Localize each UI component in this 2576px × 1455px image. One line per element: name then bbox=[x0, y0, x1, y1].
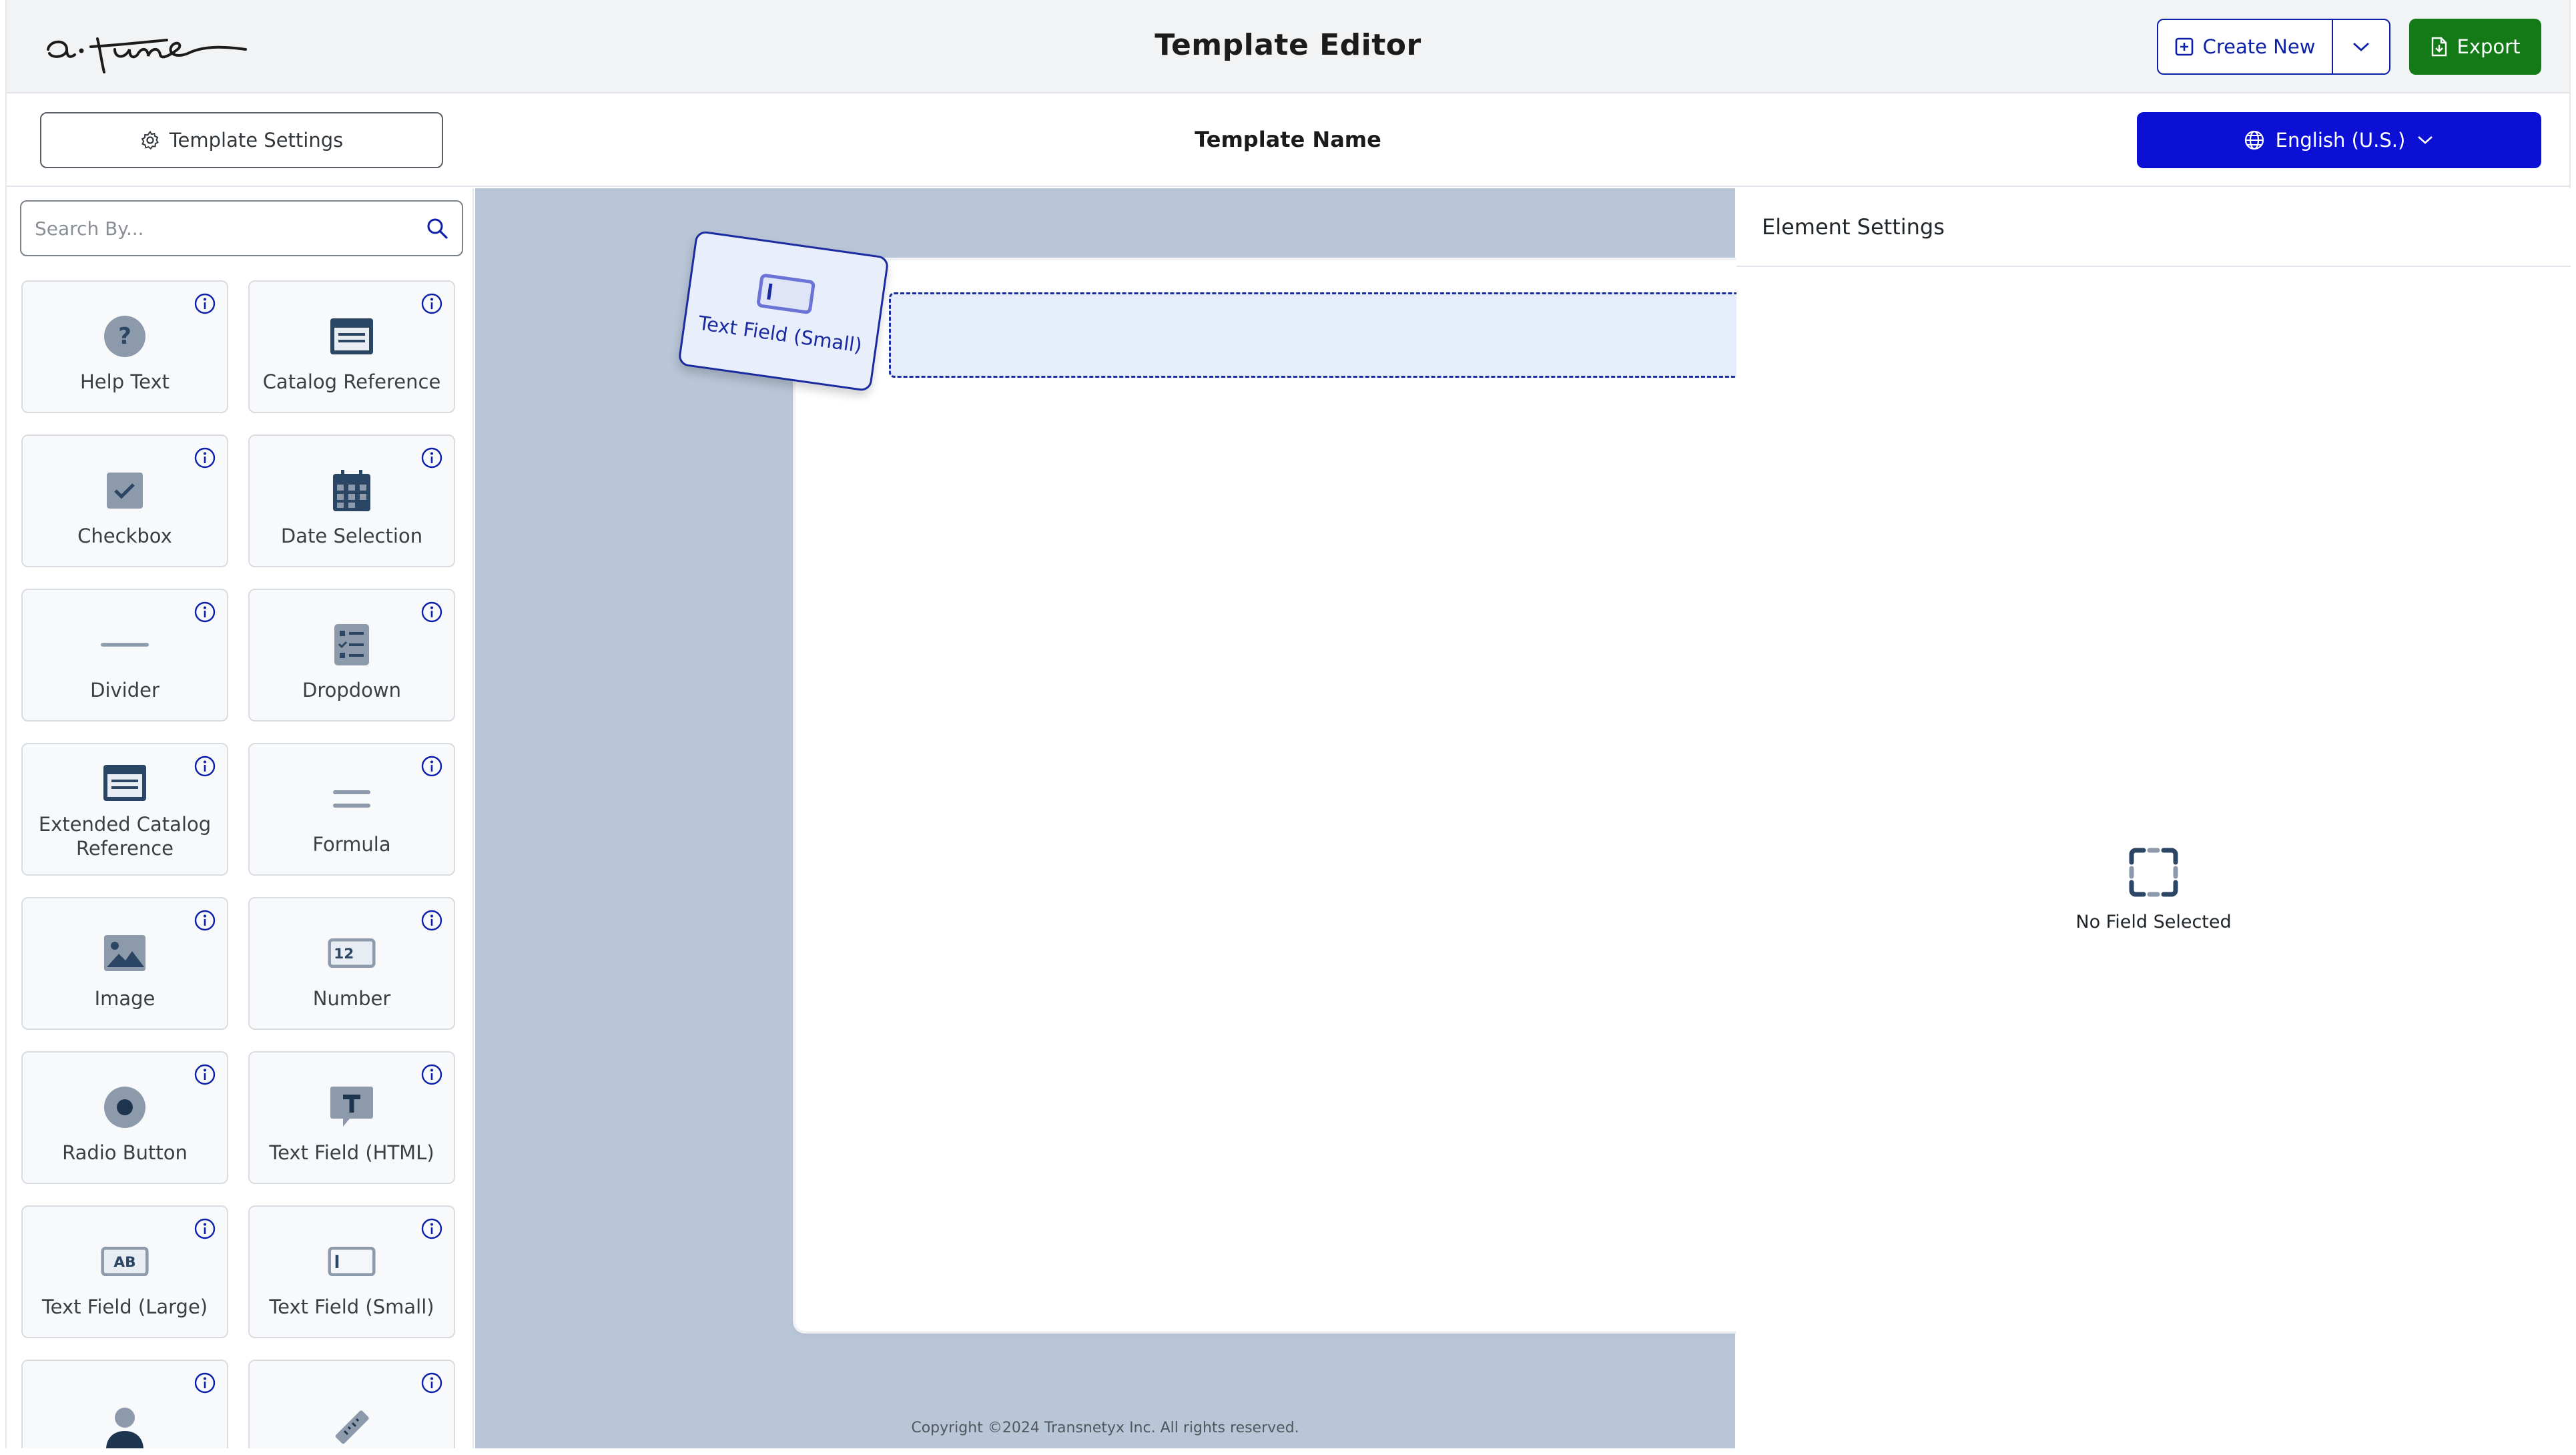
create-new-dropdown-toggle[interactable] bbox=[2333, 20, 2389, 73]
plus-square-icon bbox=[2175, 37, 2193, 56]
dropdown-list-icon bbox=[334, 623, 369, 665]
palette-item-divider[interactable]: Divider bbox=[21, 589, 228, 721]
info-icon[interactable] bbox=[194, 1372, 216, 1394]
template-page[interactable] bbox=[795, 260, 1799, 1331]
info-icon[interactable] bbox=[420, 601, 443, 623]
palette-item-extended-catalog-reference[interactable]: Extended Catalog Reference bbox=[21, 743, 228, 876]
template-toolbar: Template Settings Template Name English … bbox=[7, 93, 2569, 187]
empty-state-text: No Field Selected bbox=[2075, 912, 2232, 932]
template-canvas[interactable]: Text Field (Small) Copyright ©2024 Trans… bbox=[475, 188, 1799, 1448]
small-text-icon bbox=[757, 274, 816, 314]
ruler-icon bbox=[335, 1410, 369, 1444]
palette-item-radio-button[interactable]: Radio Button bbox=[21, 1051, 228, 1184]
palette-item-number[interactable]: 12 Number bbox=[248, 897, 455, 1030]
search-icon[interactable] bbox=[426, 217, 448, 240]
palette-item-label: Text Field (Large) bbox=[41, 1295, 208, 1318]
palette-item-text-field-small[interactable]: Text Field (Small) bbox=[248, 1205, 455, 1338]
palette-item-label: Number bbox=[312, 986, 391, 1010]
info-icon[interactable] bbox=[194, 292, 216, 315]
palette-item-date-selection[interactable]: Date Selection bbox=[248, 434, 455, 567]
globe-icon bbox=[2244, 130, 2264, 150]
svg-text:12: 12 bbox=[334, 946, 354, 962]
palette-item-user[interactable] bbox=[21, 1360, 228, 1448]
palette-item-label: Divider bbox=[90, 678, 159, 701]
language-label: English (U.S.) bbox=[2275, 129, 2406, 152]
help-circle-icon: ? bbox=[104, 315, 145, 357]
palette-item-label: Formula bbox=[312, 832, 391, 856]
create-new-label: Create New bbox=[2202, 35, 2316, 58]
info-icon[interactable] bbox=[420, 909, 443, 932]
export-file-icon bbox=[2431, 37, 2447, 57]
create-new-button-group: Create New bbox=[2157, 19, 2390, 75]
export-label: Export bbox=[2457, 35, 2521, 58]
info-icon[interactable] bbox=[194, 1217, 216, 1240]
palette-item-text-field-html[interactable]: Text Field (HTML) bbox=[248, 1051, 455, 1184]
copyright-text: Copyright ©2024 Transnetyx Inc. All righ… bbox=[911, 1420, 1299, 1436]
palette-item-label: Catalog Reference bbox=[262, 370, 441, 393]
app-window: Template Editor Create New Export Templa… bbox=[5, 0, 2571, 1448]
palette-item-formula[interactable]: Formula bbox=[248, 743, 455, 876]
palette-item-image[interactable]: Image bbox=[21, 897, 228, 1030]
chevron-down-icon bbox=[2353, 42, 2369, 51]
palette-item-help-text[interactable]: ? Help Text bbox=[21, 280, 228, 413]
palette-item-label: Text Field (Small) bbox=[269, 1295, 434, 1318]
palette-item-text-field-large[interactable]: AB Text Field (Large) bbox=[21, 1205, 228, 1338]
divider-line-icon bbox=[101, 642, 149, 647]
palette-item-label: Extended Catalog Reference bbox=[38, 812, 212, 860]
info-icon[interactable] bbox=[194, 447, 216, 469]
palette-item-label: Dropdown bbox=[302, 678, 402, 701]
palette-item-measurement[interactable] bbox=[248, 1360, 455, 1448]
element-settings-panel: Element Settings No Field Selected bbox=[1736, 188, 2571, 1448]
person-icon bbox=[106, 1407, 143, 1448]
info-icon[interactable] bbox=[420, 447, 443, 469]
palette-grid: ? Help Text Catalog Reference Checkbox D… bbox=[21, 280, 455, 1448]
palette-item-label: Help Text bbox=[80, 370, 170, 393]
catalog-card-icon bbox=[103, 764, 146, 801]
dashed-selection-icon bbox=[2129, 848, 2178, 897]
catalog-card-icon bbox=[330, 318, 373, 354]
chevron-down-icon bbox=[2418, 136, 2433, 144]
info-icon[interactable] bbox=[194, 1063, 216, 1086]
export-button[interactable]: Export bbox=[2409, 19, 2541, 75]
radio-icon bbox=[104, 1086, 145, 1128]
palette-item-checkbox[interactable]: Checkbox bbox=[21, 434, 228, 567]
dragging-text-field-small[interactable]: Text Field (Small) bbox=[677, 230, 890, 392]
element-palette: ? Help Text Catalog Reference Checkbox D… bbox=[7, 188, 474, 1448]
palette-item-label: Text Field (HTML) bbox=[269, 1141, 434, 1164]
number-field-icon: 12 bbox=[328, 938, 376, 968]
palette-search bbox=[20, 200, 463, 256]
palette-item-label: Date Selection bbox=[280, 524, 423, 547]
calendar-icon bbox=[333, 469, 370, 511]
palette-item-dropdown[interactable]: Dropdown bbox=[248, 589, 455, 721]
palette-item-catalog-reference[interactable]: Catalog Reference bbox=[248, 280, 455, 413]
element-settings-title: Element Settings bbox=[1736, 188, 2571, 267]
palette-item-label: Image bbox=[94, 986, 155, 1010]
info-icon[interactable] bbox=[194, 601, 216, 623]
search-input[interactable] bbox=[35, 217, 426, 240]
palette-item-label: Checkbox bbox=[77, 524, 172, 547]
checkbox-icon bbox=[107, 472, 143, 509]
palette-item-label: Radio Button bbox=[62, 1141, 188, 1164]
drag-label: Text Field (Small) bbox=[697, 311, 864, 357]
html-text-icon bbox=[330, 1086, 373, 1127]
equals-icon bbox=[333, 790, 370, 808]
create-new-button[interactable]: Create New bbox=[2158, 20, 2333, 73]
image-icon bbox=[104, 934, 145, 971]
info-icon[interactable] bbox=[420, 1063, 443, 1086]
info-icon[interactable] bbox=[194, 909, 216, 932]
small-text-icon bbox=[328, 1246, 376, 1276]
language-select[interactable]: English (U.S.) bbox=[2137, 112, 2541, 168]
info-icon[interactable] bbox=[194, 755, 216, 778]
empty-state: No Field Selected bbox=[1736, 848, 2571, 932]
top-bar: Template Editor Create New Export bbox=[7, 0, 2569, 93]
svg-text:AB: AB bbox=[113, 1254, 135, 1271]
info-icon[interactable] bbox=[420, 1372, 443, 1394]
info-icon[interactable] bbox=[420, 755, 443, 778]
drop-zone-placeholder[interactable] bbox=[889, 292, 1779, 378]
info-icon[interactable] bbox=[420, 1217, 443, 1240]
info-icon[interactable] bbox=[420, 292, 443, 315]
large-text-icon: AB bbox=[101, 1246, 149, 1276]
svg-text:?: ? bbox=[118, 323, 131, 350]
